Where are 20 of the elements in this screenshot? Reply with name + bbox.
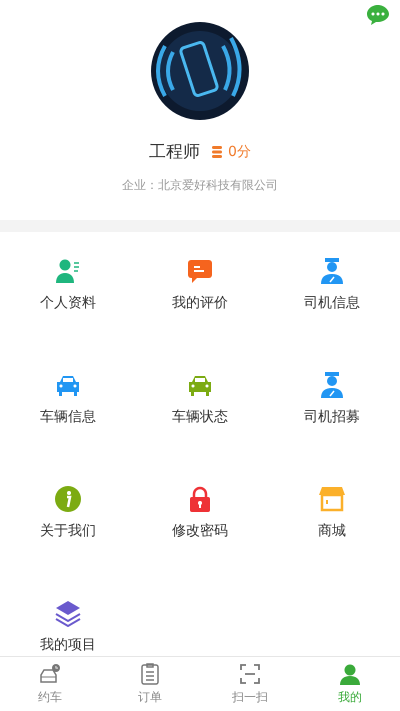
- points-value: 0分: [228, 142, 251, 160]
- tab[interactable]: 订单: [100, 657, 200, 711]
- scan-icon: [238, 662, 262, 686]
- menu-item[interactable]: 车辆状态: [134, 346, 266, 460]
- chat-bubble-icon[interactable]: [366, 3, 390, 27]
- menu-item[interactable]: 司机招募: [266, 346, 398, 460]
- menu-item[interactable]: 商城: [266, 460, 398, 574]
- menu-item[interactable]: 车辆信息: [2, 346, 134, 460]
- menu-item[interactable]: 我的评价: [134, 232, 266, 346]
- tab[interactable]: 扫一扫: [200, 657, 300, 711]
- person-icon: [338, 662, 362, 686]
- menu-item[interactable]: 个人资料: [2, 232, 134, 346]
- menu-item[interactable]: 我的项目: [2, 574, 134, 656]
- menu-item[interactable]: 修改密码: [134, 460, 266, 574]
- tab[interactable]: 约车: [0, 657, 100, 711]
- menu-item[interactable]: 关于我们: [2, 460, 134, 574]
- coins-icon: [212, 146, 222, 158]
- company-name: 企业：北京爱好科技有限公司: [122, 177, 278, 194]
- menu-item[interactable]: 司机信息: [266, 232, 398, 346]
- user-name: 工程师: [149, 141, 200, 163]
